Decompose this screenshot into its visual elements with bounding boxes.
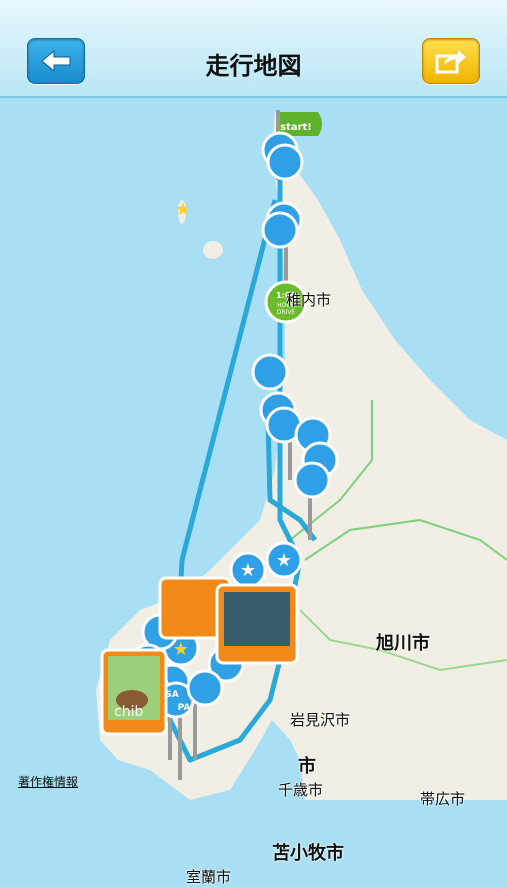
junction-pin (293, 461, 331, 499)
city-label-iwamizawa: 岩見沢市 (290, 711, 351, 729)
svg-text:start!: start! (280, 122, 312, 133)
route-map[interactable]: start! 1:00 HOUR DRIVE ★ ★ ★ ★ SA PA chi… (0, 98, 507, 886)
share-button[interactable] (422, 38, 480, 84)
start-flag-icon: start! (280, 112, 322, 136)
copyright-link[interactable]: 著作権情報 (18, 773, 78, 790)
city-label-wakkanai: 稚内市 (286, 291, 332, 309)
forest-pin (251, 353, 289, 391)
city-label-chitose: 千歳市 (278, 781, 324, 799)
svg-text:DRIVE: DRIVE (277, 309, 296, 316)
city-label-asahikawa: 旭川市 (376, 633, 430, 654)
svg-text:★: ★ (240, 560, 256, 581)
city-label-obihiro: 帯広市 (420, 790, 466, 808)
svg-text:chib: chib (114, 704, 143, 720)
map-canvas: start! 1:00 HOUR DRIVE ★ ★ ★ ★ SA PA chi… (0, 98, 507, 800)
city-label-tomakomai: 苫小牧市 (272, 843, 344, 864)
forest-pin (186, 669, 224, 707)
junction-pin (266, 143, 304, 181)
share-arrow-icon (435, 50, 466, 74)
city-label-muroran: 室蘭市 (186, 868, 232, 886)
svg-text:★: ★ (175, 199, 191, 220)
island-rishiri (203, 241, 223, 259)
svg-text:PA: PA (178, 703, 191, 713)
svg-text:★: ★ (276, 550, 292, 571)
city-label-sapporo: 市 (298, 756, 316, 777)
navigation-bar: 走行地図 (0, 0, 507, 98)
forest-pin (261, 211, 299, 249)
svg-text:★: ★ (173, 639, 189, 660)
